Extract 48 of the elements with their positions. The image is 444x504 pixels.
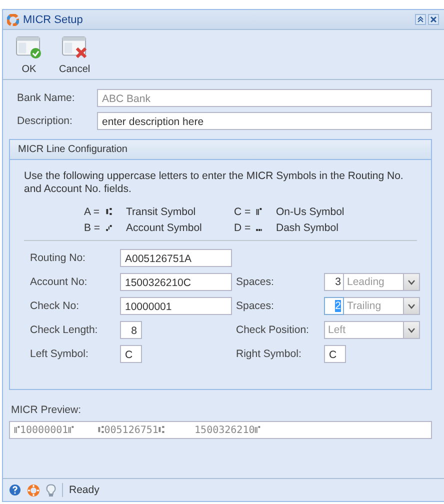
field-label: Routing No:	[30, 252, 86, 264]
toolbar-button[interactable]: OK	[11, 36, 47, 75]
text-field[interactable]: C	[324, 345, 346, 363]
group-title: MICR Line Configuration	[10, 140, 431, 160]
symbol-name: Dash Symbol	[276, 222, 338, 234]
text-field[interactable]: A005126751A	[120, 249, 232, 267]
micr-preview-field: ⑈10000001⑈ ⑆005126751⑆ 1500326210⑈	[9, 421, 432, 439]
text-field[interactable]: C	[120, 345, 142, 363]
field-label: Left Symbol:	[30, 348, 90, 360]
field-label: Account No:	[30, 276, 88, 288]
field-label: Check No:	[30, 300, 80, 312]
text-field[interactable]: ABC Bank	[97, 88, 432, 106]
text-field[interactable]: 1500326210C	[120, 273, 232, 291]
symbol-letter: D =	[234, 222, 252, 234]
window-cross-icon	[60, 36, 89, 59]
text-field[interactable]: 10000001	[120, 297, 232, 315]
lifebuoy-icon[interactable]	[27, 484, 40, 496]
field-label: MICR Preview:	[10, 404, 82, 416]
field-label: Check Length:	[30, 324, 99, 336]
lightbulb-icon[interactable]	[46, 484, 56, 496]
micr-symbol: ⑉	[256, 222, 263, 234]
symbol-letter: C =	[234, 206, 252, 218]
symbol-letter: A =	[84, 206, 100, 218]
symbol-name: Transit Symbol	[126, 206, 196, 218]
number-field[interactable]: 8	[120, 321, 142, 339]
field-label: Spaces:	[236, 300, 275, 312]
instruction-text: Use the following uppercase letters to enter the MICR Symbols in the Routing No. and Account No. fields.	[24, 170, 404, 196]
field-label: Spaces:	[236, 276, 275, 288]
symbol-letter: B =	[84, 222, 102, 234]
micr-symbol: ⑆	[106, 206, 113, 218]
collapse-icon[interactable]	[415, 14, 426, 25]
text-field[interactable]: enter description here	[97, 112, 432, 130]
field-label: Check Position:	[236, 324, 310, 336]
window-check-icon	[15, 36, 43, 59]
field-label: Description:	[16, 114, 74, 126]
help-icon[interactable]	[9, 484, 21, 496]
field-label: Bank Name:	[16, 92, 76, 104]
toolbar-button[interactable]: Cancel	[55, 36, 94, 75]
symbol-name: Account Symbol	[126, 222, 202, 234]
number-field[interactable]: 3	[324, 273, 344, 291]
status-text: Ready	[69, 484, 100, 496]
micr-symbol: ⑇	[106, 222, 113, 234]
close-icon[interactable]	[428, 14, 439, 25]
micr-symbol: ⑈	[256, 206, 263, 218]
symbol-name: On-Us Symbol	[276, 206, 344, 218]
app-logo-icon	[7, 14, 19, 26]
window-title: MICR Setup	[23, 14, 83, 26]
field-label: Right Symbol:	[236, 348, 302, 360]
